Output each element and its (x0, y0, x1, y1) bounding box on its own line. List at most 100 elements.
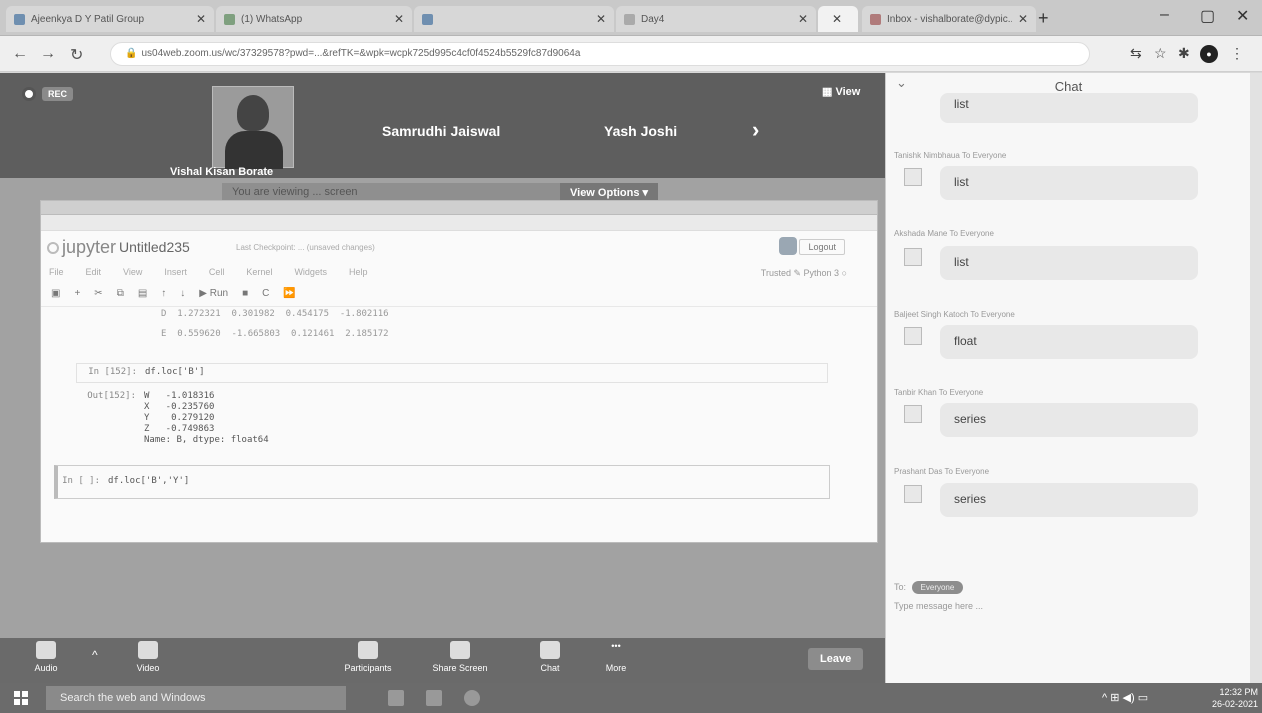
chrome-icon[interactable] (464, 690, 480, 706)
notebook-body: D 1.272321 0.301982 0.454175 -1.802116 E… (41, 307, 877, 499)
browser-tab-gmail[interactable]: Inbox - vishalborate@dypic... ✕ (862, 6, 1036, 32)
task-view-icon[interactable] (388, 690, 404, 706)
profile-avatar[interactable]: ● (1200, 45, 1218, 63)
cell-code: df.loc['B'] (145, 367, 205, 377)
output-line: Z -0.749863 (144, 424, 215, 434)
menu-insert: Insert (164, 267, 187, 277)
tab-close-icon[interactable]: ✕ (596, 12, 606, 26)
audio-label: Audio (34, 663, 58, 673)
stop-icon: ■ (242, 288, 249, 299)
code-cell-executed: In [152]: df.loc['B'] (76, 363, 828, 383)
participant-name: Samrudhi Jaiswal (382, 123, 501, 139)
fast-forward-icon: ⏩ (283, 288, 296, 299)
reload-icon[interactable]: ↻ (70, 45, 83, 65)
file-explorer-icon[interactable] (426, 690, 442, 706)
checkpoint-text: Last Checkpoint: ... (unsaved changes) (236, 243, 375, 252)
recording-indicator: REC (22, 87, 74, 101)
chat-icon (540, 641, 560, 659)
taskbar-search[interactable]: Search the web and Windows (46, 686, 346, 710)
next-page-icon[interactable]: › (752, 117, 759, 143)
browser-tab-zoom[interactable]: ✕ (818, 6, 858, 32)
tab-close-icon[interactable]: ✕ (196, 12, 206, 26)
participants-button[interactable]: Participants (338, 641, 398, 673)
more-button[interactable]: ••• More (586, 641, 646, 673)
forward-icon[interactable]: → (40, 45, 56, 63)
avatar (904, 485, 922, 503)
tab-favicon-icon (624, 13, 635, 25)
audio-options-icon[interactable]: ^ (92, 648, 98, 662)
message-bubble: list (940, 246, 1198, 280)
kernel-name: Python 3 (803, 268, 840, 278)
video-button[interactable]: Video (118, 641, 178, 673)
tab-close-icon[interactable]: ✕ (394, 12, 404, 26)
participant-video-tile[interactable] (212, 86, 294, 169)
close-window-icon[interactable]: ✕ (1236, 6, 1249, 26)
microphone-icon (36, 641, 56, 659)
recipient-dropdown[interactable]: Everyone (911, 581, 964, 594)
chat-panel: ⌄ Chat list Tanishk Nimbhaua To Everyone… (885, 73, 1250, 683)
bookmark-star-icon[interactable]: ☆ (1154, 45, 1167, 62)
gmail-icon (870, 13, 881, 25)
chat-minimize-icon[interactable]: ⌄ (896, 75, 907, 91)
network-icon[interactable]: ⊞ (1110, 692, 1119, 704)
share-screen-button[interactable]: Share Screen (430, 641, 490, 673)
message-bubble: series (940, 403, 1198, 437)
browser-tab-strip: Ajeenkya D Y Patil Group ✕ (1) WhatsApp … (0, 0, 1262, 36)
browser-tab-3[interactable]: ✕ (414, 6, 614, 32)
minimize-icon[interactable]: – (1160, 6, 1169, 24)
jupyter-browser-tabs (41, 201, 877, 215)
browser-menu-icon[interactable]: ⋮ (1230, 45, 1244, 62)
avatar (904, 248, 922, 266)
tab-close-icon[interactable]: ✕ (832, 12, 842, 26)
back-icon[interactable]: ← (12, 45, 28, 63)
to-label: To: (894, 582, 907, 592)
more-label: More (605, 663, 627, 673)
jupyter-address-bar (41, 215, 877, 231)
chat-input[interactable]: Type message here ... (894, 601, 983, 611)
browser-tab-1[interactable]: Ajeenkya D Y Patil Group ✕ (6, 6, 214, 32)
jupyter-logo-text: jupyter (62, 237, 117, 257)
row-values: 1.272321 0.301982 0.454175 -1.802116 (177, 309, 389, 319)
cell-prompt: In [152]: (88, 367, 137, 377)
audio-button[interactable]: Audio (16, 641, 76, 673)
windows-start-icon[interactable] (14, 691, 28, 705)
message-sender: Baljeet Singh Katoch To Everyone (894, 310, 1015, 319)
tab-close-icon[interactable]: ✕ (1018, 12, 1028, 26)
move-down-icon: ↓ (180, 288, 186, 299)
translate-icon[interactable]: ⇆ (1130, 45, 1142, 62)
volume-icon[interactable]: ◀) (1123, 692, 1135, 704)
row-label: D (161, 309, 167, 319)
tab-close-icon[interactable]: ✕ (798, 12, 808, 26)
extensions-icon[interactable]: ✱ (1178, 45, 1190, 62)
message-bubble: float (940, 325, 1198, 359)
whatsapp-icon (224, 13, 235, 25)
copy-icon: ⧉ (116, 288, 124, 299)
chat-button[interactable]: Chat (520, 641, 580, 673)
chat-message: list (904, 93, 1200, 127)
output-line: Y 0.279120 (144, 413, 215, 423)
new-tab-icon[interactable]: + (1038, 8, 1049, 29)
browser-tab-2[interactable]: (1) WhatsApp ✕ (216, 6, 412, 32)
paste-icon: ▤ (137, 288, 148, 299)
view-button[interactable]: ▦ View (822, 85, 860, 98)
cell-prompt: In [ ]: (62, 476, 100, 486)
menu-kernel: Kernel (246, 267, 273, 277)
message-sender: Tanbir Khan To Everyone (894, 388, 984, 397)
notifications-icon[interactable]: ▭ (1138, 692, 1148, 704)
menu-file: File (49, 267, 64, 277)
logout-button: Logout (799, 239, 845, 255)
leave-button[interactable]: Leave (808, 648, 864, 670)
url-field[interactable]: 🔒 us04web.zoom.us/wc/37329578?pwd=...&ref… (110, 42, 1090, 66)
output-line: Name: B, dtype: float64 (144, 435, 269, 445)
page-scrollbar[interactable] (1250, 73, 1262, 683)
chat-message: series (904, 403, 1200, 437)
info-icon[interactable] (22, 87, 36, 101)
message-sender: Prashant Das To Everyone (894, 467, 990, 476)
browser-tab-4[interactable]: Day4 ✕ (616, 6, 816, 32)
avatar (904, 168, 922, 186)
cell-code: df.loc['B','Y'] (108, 476, 190, 486)
participant-name: Yash Joshi (604, 123, 678, 139)
tray-chevron-icon[interactable]: ^ (1102, 692, 1107, 704)
maximize-icon[interactable]: ▢ (1200, 6, 1215, 26)
taskbar-clock[interactable]: 12:32 PM 26-02-2021 (1212, 686, 1258, 710)
